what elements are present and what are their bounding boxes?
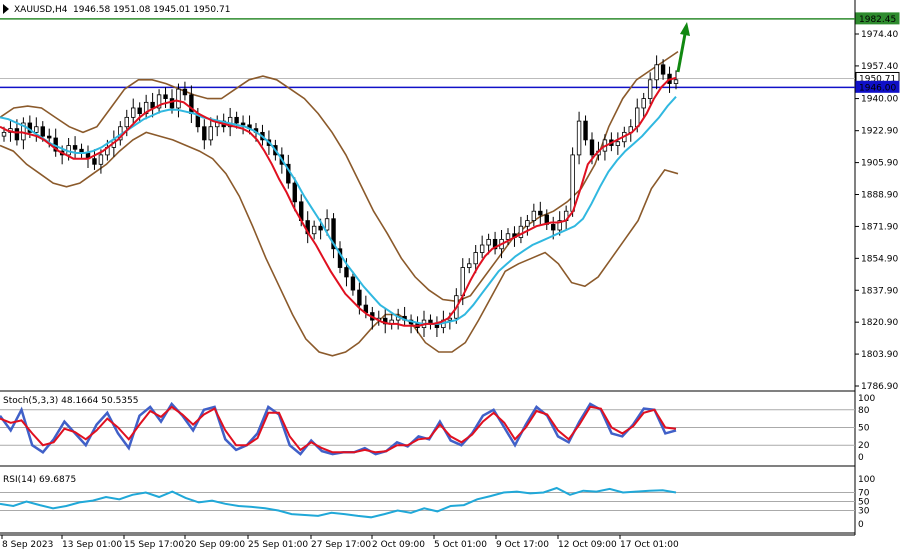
price-tick-label: 1854.90 [861,254,898,264]
candle-body [234,116,239,124]
candle-body [318,225,323,231]
time-tick-label: 2 Oct 09:00 [372,540,425,550]
candle-body [576,120,582,156]
price-tick-label: 1820.90 [861,318,898,328]
candle-body [292,182,297,203]
candle-body [202,126,207,141]
candle-body [137,107,142,114]
stoch-level-label: 80 [858,406,870,416]
rsi-label: RSI(14) 69.6875 [3,475,76,485]
candle-body [14,128,20,141]
candle-body [589,139,595,156]
stoch-k-line [0,401,677,456]
candle-body [570,154,575,212]
up-arrow-shaft [676,33,687,73]
candle-body [525,220,530,227]
candle-body [1,131,7,137]
candle-body [72,145,78,150]
time-tick-label: 8 Sep 2023 [2,540,53,550]
candle-body [324,218,330,231]
time-tick-label: 25 Sep 01:00 [248,540,308,550]
candle-body [538,210,543,216]
candle-body [163,94,168,99]
candle-body [350,276,356,291]
price-tick-label: 1871.90 [861,222,898,232]
stoch-label: Stoch(5,3,3) 48.1664 50.5355 [3,396,138,406]
candle-body [311,225,317,235]
stoch-level-label: 0 [858,453,864,463]
candle-body [654,64,659,81]
candle-body [486,238,491,246]
candle-body [47,135,52,139]
candle-body [479,244,485,253]
chart-window: 1974.40 1957.40 1940.00 1922.90 1905.90 1888.… [0,0,900,554]
price-tick-label: 1957.40 [861,62,898,72]
candle-body [531,210,537,222]
time-tick-label: 27 Sep 17:00 [311,540,371,550]
candle-body [34,126,39,133]
stoch-level-label: 50 [858,424,870,434]
candle-body [189,94,194,114]
lower-band-line [0,131,679,357]
candle-body [344,267,349,278]
up-arrow-head [680,22,690,36]
candle-body [467,263,472,268]
time-tick-label: 9 Oct 17:00 [496,540,549,550]
candle-body [641,98,646,109]
price-tick-label: 1837.90 [861,286,898,296]
candle-body [182,88,188,96]
rsi-level-label: 100 [858,475,875,485]
price-tick-label: 1905.90 [861,159,898,169]
price-tick-label: 1786.90 [861,382,898,392]
candle-body [551,223,556,231]
candle-body [92,158,97,165]
candle-body [176,88,181,109]
time-tick-label: 17 Oct 01:00 [620,540,679,550]
candle-body [124,116,129,128]
time-tick-label: 13 Sep 01:00 [62,540,122,550]
time-tick-label: 5 Oct 01:00 [434,540,487,550]
price-tick-label: 1803.90 [861,350,898,360]
time-tick-label: 20 Sep 09:00 [185,540,245,550]
support-price-tag: 1946.00 [859,83,896,93]
rsi-level-label: 30 [858,507,870,517]
candle-body [473,252,478,265]
candle-body [357,289,362,306]
resistance-price-tag: 1982.45 [859,15,896,25]
price-tick-label: 1888.90 [861,191,898,201]
time-tick-label: 12 Oct 09:00 [558,540,617,550]
time-tick-label: 15 Sep 17:00 [124,540,184,550]
stoch-level-label: 20 [858,441,870,451]
rsi-level-label: 0 [858,520,864,530]
price-chart: 1974.40 1957.40 1940.00 1922.90 1905.90 1888.… [0,0,900,550]
stoch-level-label: 100 [858,394,875,404]
candle-body [98,154,104,165]
candle-body [240,122,246,126]
candle-body [660,64,666,75]
candle-body [635,107,640,128]
price-tick-label: 1922.90 [861,127,898,137]
price-tick-label: 1940.00 [861,95,898,105]
candle-body [169,98,175,109]
candle-body [615,141,621,146]
candle-body [40,126,45,137]
candle-body [583,120,588,141]
price-tick-label: 1974.40 [861,30,898,40]
candle-body [673,79,679,84]
candle-body [131,107,136,118]
candle-body [208,126,213,141]
candle-body [505,233,511,240]
candle-body [647,79,653,99]
